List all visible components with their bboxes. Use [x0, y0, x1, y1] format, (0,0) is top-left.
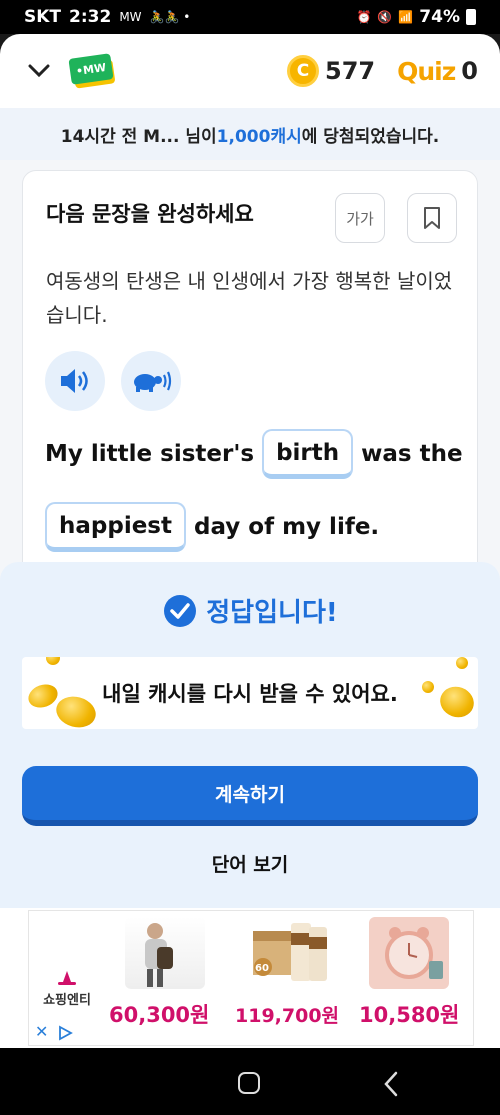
ticker-suffix: 에 당첨되었습니다.: [301, 126, 440, 147]
status-bar: SKT 2:32 MW 🚴🚴 • ⏰ 🔇 📶 74%: [0, 0, 500, 34]
battery-icon: [466, 9, 476, 25]
battery-label: 74%: [419, 7, 460, 27]
app-bar: •MW C 577 Quiz 0: [0, 34, 500, 108]
correct-heading: 정답입니다!: [0, 592, 500, 629]
shopping-ad[interactable]: 쇼핑엔티 60 60,300원 119,700원 10,580원 ✕: [28, 910, 474, 1046]
bookmark-icon: [424, 207, 440, 229]
answer-chip-happiest[interactable]: happiest: [45, 502, 186, 552]
question-card: 다음 문장을 완성하세요 가가 여동생의 탄생은 내 인생에서 가장 행복한 날…: [22, 170, 478, 590]
coin-decoration: [52, 692, 100, 729]
check-circle-icon: [164, 594, 197, 627]
ad-close-icon[interactable]: ✕: [35, 1022, 48, 1041]
coin-balance[interactable]: C 577: [287, 55, 375, 87]
winner-ticker: 14시간 전 M... 님이 1,000캐시 에 당첨되었습니다.: [0, 108, 500, 160]
ad-brand: 쇼핑엔티: [37, 971, 97, 1008]
coin-decoration: [456, 657, 468, 669]
product-image-clock[interactable]: [369, 917, 449, 989]
quiz-balance[interactable]: Quiz 0: [397, 57, 478, 86]
sentence-line-2: happiest day of my life.: [45, 502, 379, 552]
mw-logo[interactable]: •MW: [68, 53, 116, 89]
speaker-icon: [61, 369, 88, 393]
bike-icon: 🚴🚴 •: [149, 10, 191, 24]
time-label: 2:32: [69, 7, 112, 27]
view-words-button[interactable]: 단어 보기: [0, 850, 500, 877]
sentence-text-1: My little sister's: [45, 441, 255, 467]
home-button[interactable]: [238, 1072, 260, 1094]
coin-icon: C: [287, 55, 320, 87]
notification-icons: MW: [119, 10, 142, 24]
continue-button[interactable]: 계속하기: [22, 766, 478, 826]
product-price: 60,300원: [109, 1003, 210, 1027]
mute-icon: 🔇: [377, 10, 393, 24]
reward-banner: 내일 캐시를 다시 받을 수 있어요.: [22, 657, 478, 729]
quiz-count: 0: [461, 57, 478, 85]
ad-brand-label: 쇼핑엔티: [43, 993, 91, 1008]
sentence-line-1: My little sister's birth was the: [45, 429, 463, 479]
ad-choices-icon[interactable]: [57, 1025, 73, 1041]
system-nav-bar: [0, 1048, 500, 1115]
ad-area: 쇼핑엔티 60 60,300원 119,700원 10,580원 ✕: [0, 908, 500, 1048]
coin-count: 577: [325, 57, 376, 85]
answer-chip-birth[interactable]: birth: [262, 429, 354, 479]
sentence-text-3: day of my life.: [194, 514, 380, 540]
chevron-down-icon[interactable]: [22, 54, 56, 88]
korean-sentence: 여동생의 탄생은 내 인생에서 가장 행복한 날이었습니다.: [46, 269, 453, 327]
bookmark-button[interactable]: [407, 193, 457, 243]
sentence-text-2: was the: [361, 441, 463, 467]
coin-decoration: [435, 682, 478, 722]
quiz-logo: Quiz: [397, 56, 456, 86]
result-sheet: 정답입니다! 내일 캐시를 다시 받을 수 있어요. 계속하기 단어 보기: [0, 562, 500, 910]
product-badge: 60: [255, 963, 269, 974]
product-price: 119,700원: [235, 1005, 340, 1027]
turtle-icon: [134, 371, 172, 392]
coin-decoration: [46, 657, 60, 665]
correct-label: 정답입니다!: [206, 598, 338, 628]
coin-decoration: [422, 681, 434, 693]
alarm-icon: ⏰: [356, 10, 372, 24]
question-title: 다음 문장을 완성하세요: [46, 202, 254, 226]
product-image-bag[interactable]: [125, 917, 205, 989]
play-slow-audio-button[interactable]: [121, 351, 181, 411]
ticker-prefix: 14시간 전 M... 님이: [60, 126, 217, 147]
play-audio-button[interactable]: [45, 351, 105, 411]
banner-text: 내일 캐시를 다시 받을 수 있어요.: [102, 682, 398, 706]
ticker-amount: 1,000캐시: [216, 126, 302, 147]
back-icon[interactable]: [380, 1070, 404, 1098]
product-price: 10,580원: [359, 1003, 460, 1027]
product-image-drink[interactable]: 60: [249, 917, 329, 989]
witch-hat-icon: [58, 971, 76, 985]
carrier-label: SKT: [24, 7, 62, 27]
wifi-icon: 📶: [398, 10, 414, 24]
font-size-button[interactable]: 가가: [335, 193, 385, 243]
